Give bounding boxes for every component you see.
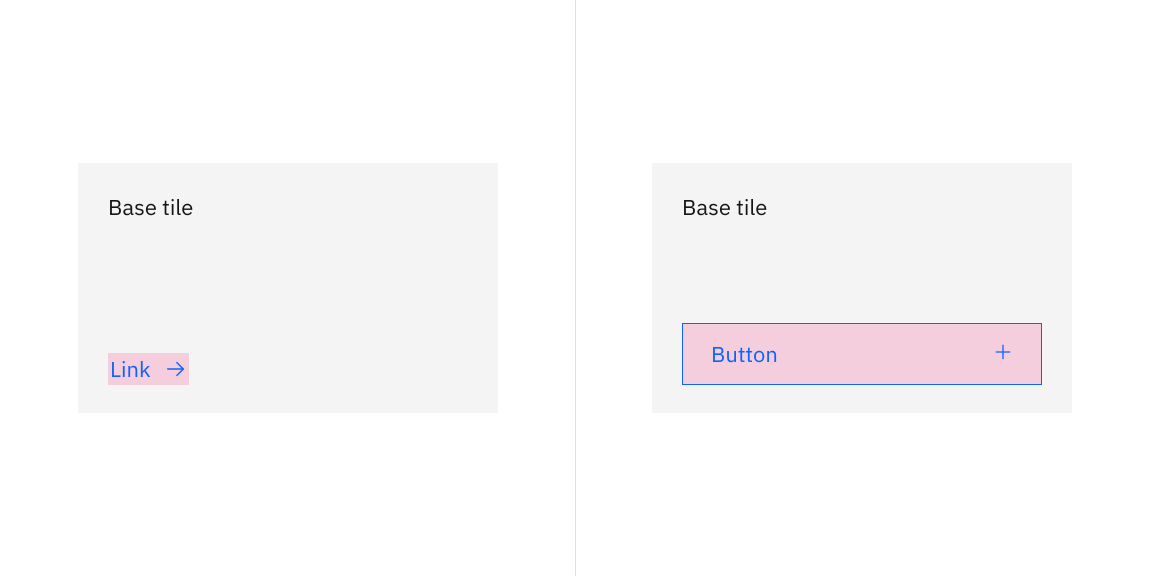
tile-button[interactable]: Button [682, 323, 1042, 385]
plus-icon [993, 340, 1013, 369]
panel-left: Base tile Link [0, 0, 576, 576]
base-tile-left: Base tile Link [78, 163, 498, 413]
arrow-right-icon [165, 358, 187, 380]
base-tile-right: Base tile Button [652, 163, 1072, 413]
link-label: Link [110, 355, 151, 384]
button-label: Button [711, 340, 778, 369]
tile-title: Base tile [682, 193, 1042, 222]
example-panels: Base tile Link Base tile Button [0, 0, 1152, 576]
tile-title: Base tile [108, 193, 468, 222]
panel-right: Base tile Button [576, 0, 1152, 576]
tile-link[interactable]: Link [108, 353, 189, 385]
